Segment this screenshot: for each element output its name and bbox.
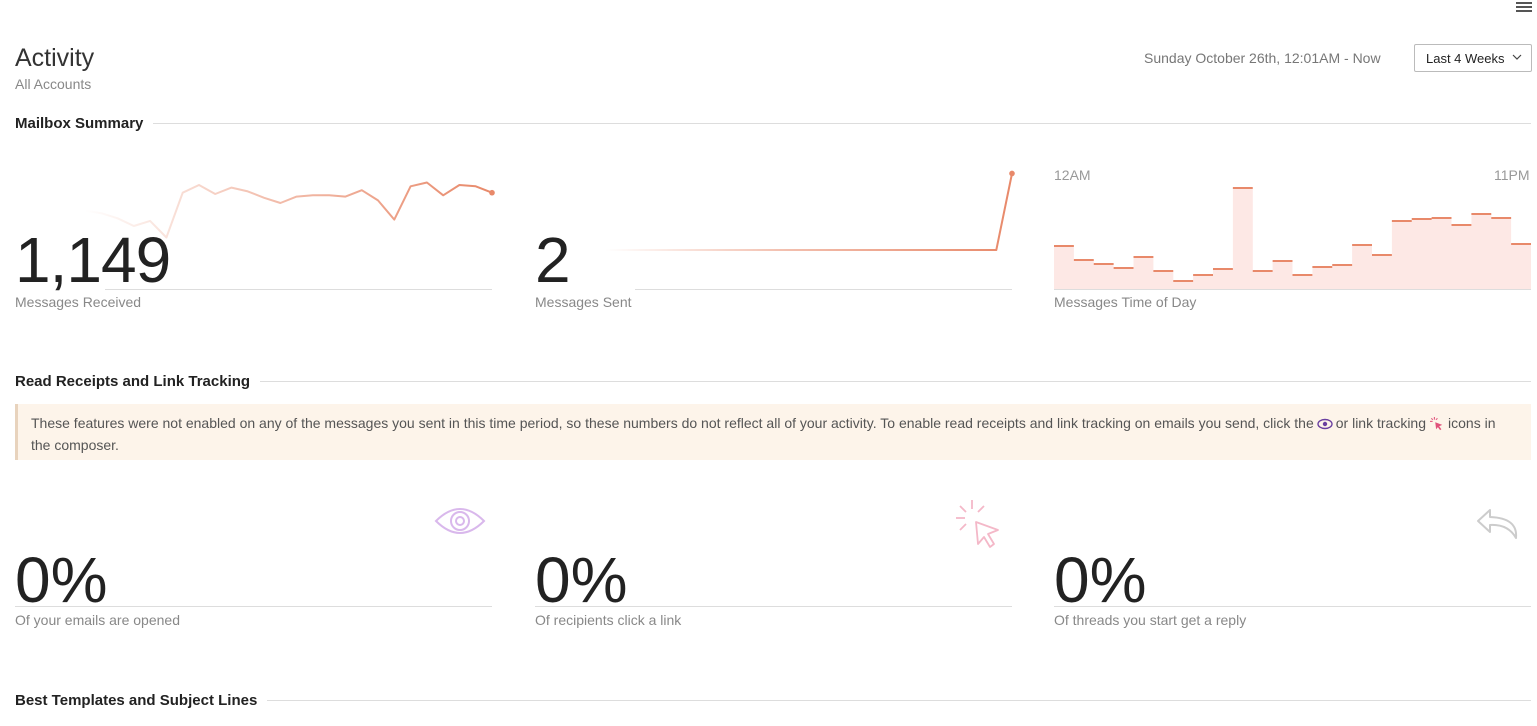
section-divider [153, 123, 1531, 124]
time-of-day-chart [1054, 187, 1531, 290]
section-divider [260, 381, 1531, 382]
received-count: 1,149 [15, 224, 171, 296]
tracking-notice: These features were not enabled on any o… [15, 404, 1531, 460]
notice-text-2: or link tracking [1335, 415, 1427, 431]
section-title: Read Receipts and Link Tracking [15, 373, 251, 390]
series-line [605, 173, 1013, 251]
section-divider [267, 700, 1531, 701]
time-of-day-label: Messages Time of Day [1054, 294, 1197, 310]
section-title: Mailbox Summary [15, 115, 144, 132]
sent-count: 2 [535, 224, 571, 296]
last-point [489, 189, 495, 196]
page-subtitle: All Accounts [15, 76, 92, 92]
notice-text-1: These features were not enabled on any o… [31, 415, 1314, 431]
eye-icon [434, 508, 486, 534]
replied-label: Of threads you start get a reply [1054, 612, 1247, 628]
clicked-divider [535, 606, 1012, 607]
chevron-down-icon [1512, 54, 1522, 60]
hamburger-menu-icon[interactable] [1516, 0, 1532, 14]
range-select-value: Last 4 Weeks [1426, 50, 1505, 66]
section-mailbox-summary: Mailbox Summary [15, 115, 1531, 132]
sent-sparkline [605, 162, 1015, 290]
section-read-receipts: Read Receipts and Link Tracking [15, 373, 1531, 390]
opened-divider [15, 606, 492, 607]
received-label: Messages Received [15, 294, 142, 310]
clicked-percent: 0% [535, 544, 628, 616]
reply-icon [1477, 509, 1518, 539]
eye-icon [1317, 419, 1333, 430]
clicked-label: Of recipients click a link [535, 612, 682, 628]
time-of-day-area [1054, 188, 1531, 289]
page-title: Activity [15, 44, 95, 72]
opened-percent: 0% [15, 544, 108, 616]
range-select-dropdown[interactable]: Last 4 Weeks [1414, 44, 1532, 72]
replied-percent: 0% [1054, 544, 1147, 616]
section-best-templates: Best Templates and Subject Lines [15, 692, 1531, 709]
opened-label: Of your emails are opened [15, 612, 180, 628]
cursor-click-icon [1430, 417, 1443, 431]
section-title: Best Templates and Subject Lines [15, 692, 258, 709]
replied-divider [1054, 606, 1531, 607]
cursor-click-icon [956, 500, 999, 548]
last-point [1009, 170, 1015, 177]
date-range-text: Sunday October 26th, 12:01AM - Now [1144, 50, 1381, 66]
sent-label: Messages Sent [535, 294, 632, 310]
